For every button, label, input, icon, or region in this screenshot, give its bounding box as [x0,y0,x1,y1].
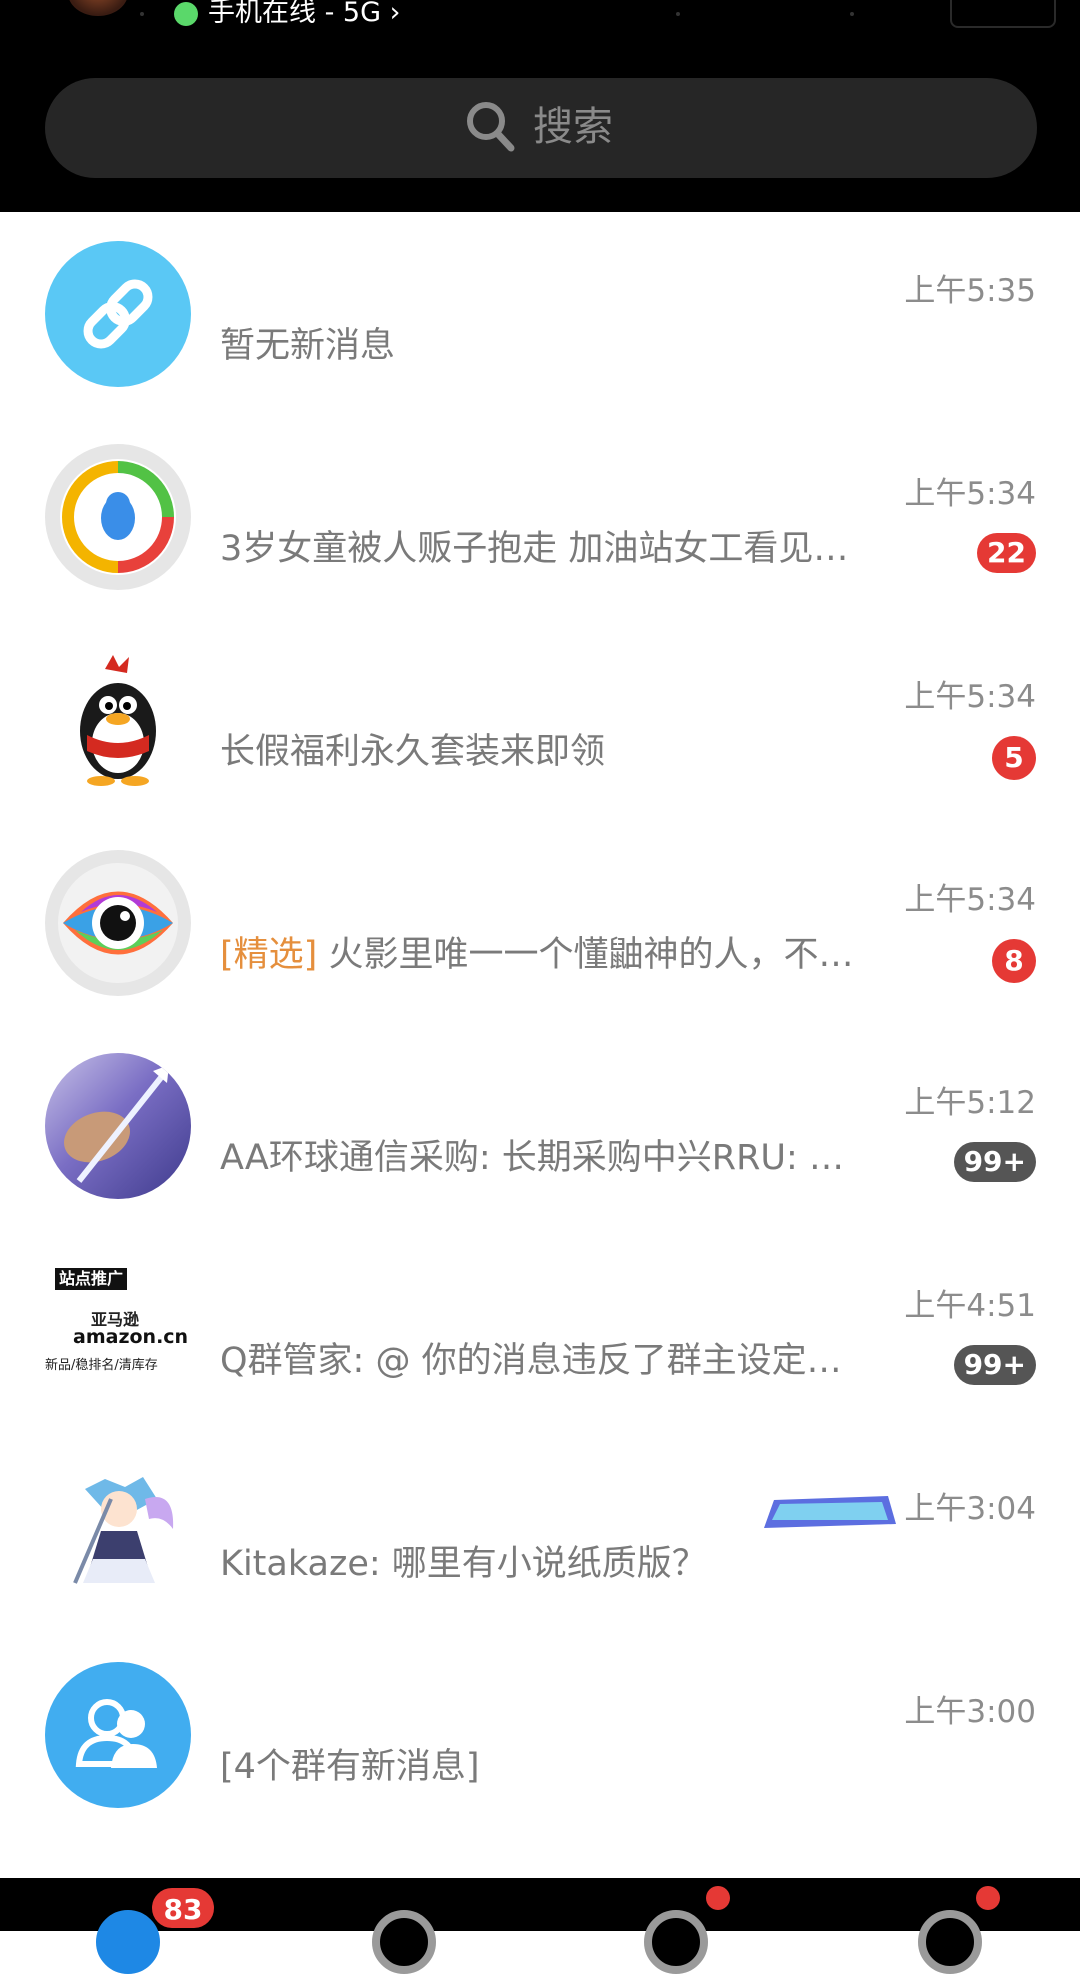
message-time: 上午3:00 [904,1694,1036,1730]
online-status-dot [174,2,198,26]
message-time: 上午5:34 [904,882,1036,918]
message-preview: [精选] 火影里唯一一个懂鼬神的人，不… [220,935,854,975]
unread-badge: 5 [992,736,1036,780]
conversation-row[interactable]: 上午3:00 [4个群有新消息] [0,1633,1080,1836]
discover-notification-dot [706,1886,730,1910]
me-notification-dot [976,1886,1000,1910]
tab-contacts[interactable] [372,1910,436,1974]
conversation-row[interactable]: 上午5:34 [精选] 火影里唯一一个懂鼬神的人，不… 8 [0,821,1080,1024]
unread-badge: 8 [992,939,1036,983]
message-time: 上午5:34 [904,476,1036,512]
message-time: 上午5:34 [904,679,1036,715]
link-icon [45,241,191,387]
conversation-row[interactable]: 上午5:12 AA环球通信采购: 长期采购中兴RRU: … 99+ [0,1024,1080,1227]
unread-badge: 22 [977,533,1036,573]
divider-dot [850,12,854,16]
search-placeholder: 搜索 [533,104,613,150]
message-preview: Kitakaze: 哪里有小说纸质版？ [220,1544,707,1584]
message-time: 上午3:04 [904,1491,1036,1527]
message-preview: 暂无新消息 [220,326,396,366]
conversation-row[interactable]: 上午5:34 长假福利永久套装来即领 5 [0,618,1080,821]
divider-dot [676,12,680,16]
group-avatar [45,1053,191,1199]
search-icon [467,102,515,152]
featured-tag: [精选] [220,935,318,975]
unread-badge: 99+ [953,1345,1036,1385]
divider-dot [140,12,144,16]
tencent-news-icon [45,444,191,590]
group-level-badge [764,1496,896,1528]
tab-messages[interactable] [96,1910,160,1974]
message-time: 上午5:35 [904,273,1036,309]
message-preview: [4个群有新消息] [220,1747,480,1787]
message-time: 上午5:12 [904,1085,1036,1121]
tab-me[interactable] [918,1910,982,1974]
message-time: 上午4:51 [904,1288,1036,1324]
message-preview: Q群管家: @ 你的消息违反了群主设定… [220,1341,842,1381]
chevron-right-icon: › [381,0,401,28]
qq-penguin-icon [45,647,191,793]
unread-badge: 99+ [953,1142,1036,1182]
message-preview: 3岁女童被人贩子抱走 加油站女工看见… [220,529,849,569]
anime-avatar [45,1459,191,1605]
message-preview: AA环球通信采购: 长期采购中兴RRU: … [220,1138,844,1178]
conversation-row[interactable]: 上午5:35 暂无新消息 [0,212,1080,415]
message-preview: 长假福利永久套装来即领 [220,732,606,772]
online-status-text[interactable]: 手机在线 - 5G › [208,0,400,30]
contacts-icon [45,1662,191,1808]
messages-unread-badge: 83 [150,1886,216,1930]
conversation-row[interactable]: 站点推广 亚马逊 amazon.cn 新品/稳排名/清库存 上午4:51 Q群管… [0,1227,1080,1430]
conversation-row[interactable]: 上午3:04 Kitakaze: 哪里有小说纸质版？ [0,1430,1080,1633]
top-right-button[interactable] [950,0,1056,28]
tab-discover[interactable] [644,1910,708,1974]
conversation-row[interactable]: 上午5:34 3岁女童被人贩子抱走 加油站女工看见… 22 [0,415,1080,618]
eye-icon [45,850,191,996]
amazon-group-avatar: 站点推广 亚马逊 amazon.cn 新品/稳排名/清库存 [45,1256,191,1402]
